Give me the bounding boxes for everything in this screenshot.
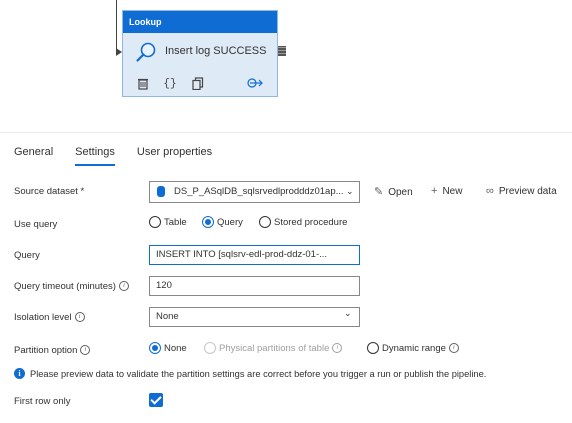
radio-dynamic-range[interactable]: Dynamic range i (367, 342, 459, 354)
glasses-icon: ∞ (486, 185, 494, 197)
info-icon[interactable]: i (74, 312, 85, 323)
pencil-icon: ✎ (374, 186, 384, 198)
radio-circle (149, 342, 161, 354)
pipeline-canvas[interactable]: Lookup Insert log SUCCESS {} (0, 0, 572, 118)
info-icon[interactable]: i (118, 281, 129, 292)
tab-bar: General Settings User properties (14, 146, 234, 166)
radio-table[interactable]: Table (149, 216, 187, 228)
delete-icon[interactable] (136, 77, 150, 91)
isolation-level-select[interactable]: None (149, 307, 360, 327)
copy-icon[interactable] (191, 77, 205, 91)
radio-query[interactable]: Query (202, 216, 243, 228)
plus-icon: + (431, 185, 438, 197)
activity-name: Insert log SUCCESS (165, 45, 267, 57)
first-row-only-label: First row only (14, 396, 71, 407)
query-input[interactable]: INSERT INTO [sqlsrv-edl-prod-ddz-01-... (149, 245, 360, 265)
radio-stored-procedure[interactable]: Stored procedure (259, 216, 347, 228)
info-icon[interactable]: i (80, 345, 91, 356)
chevron-down-icon: ⌄ (346, 186, 354, 196)
lookup-activity[interactable]: Lookup Insert log SUCCESS {} (122, 10, 278, 97)
first-row-only-checkbox[interactable] (149, 393, 163, 407)
query-timeout-input[interactable]: 120 (149, 276, 360, 296)
code-icon[interactable]: {} (163, 77, 177, 91)
open-dataset-button[interactable]: ✎ Open (374, 185, 413, 198)
lookup-icon (136, 42, 156, 62)
use-query-label: Use query (14, 219, 58, 230)
source-dataset-label: Source dataset * (14, 186, 85, 197)
database-icon (157, 186, 165, 197)
divider (0, 132, 572, 133)
output-port[interactable] (278, 46, 286, 56)
partition-option-label: Partition option i (14, 345, 91, 356)
tab-user-properties[interactable]: User properties (137, 146, 212, 166)
radio-physical-partitions: Physical partitions of table i (204, 342, 343, 354)
activity-type-label: Lookup (123, 11, 277, 33)
radio-circle (259, 216, 271, 228)
info-filled-icon: i (14, 368, 25, 379)
connect-icon[interactable] (247, 77, 265, 91)
tab-general[interactable]: General (14, 146, 53, 166)
query-timeout-label: Query timeout (minutes) i (14, 281, 129, 292)
info-icon: i (332, 343, 343, 353)
radio-circle (149, 216, 161, 228)
radio-circle (367, 342, 379, 354)
info-icon[interactable]: i (448, 343, 459, 353)
radio-circle (204, 342, 216, 354)
isolation-level-label: Isolation level i (14, 312, 85, 323)
source-dataset-select[interactable]: DS_P_ASqlDB_sqlsrvedlprodddz01ap... (149, 181, 360, 203)
connector-line (116, 0, 117, 52)
radio-circle (202, 216, 214, 228)
chevron-down-icon: ⌄ (344, 308, 352, 318)
radio-partition-none[interactable]: None (149, 342, 187, 354)
new-dataset-button[interactable]: + New (431, 185, 462, 197)
query-label: Query (14, 250, 40, 261)
preview-data-button[interactable]: ∞ Preview data (486, 185, 557, 197)
partition-info-message: i Please preview data to validate the pa… (14, 368, 486, 379)
tab-settings[interactable]: Settings (75, 146, 115, 166)
